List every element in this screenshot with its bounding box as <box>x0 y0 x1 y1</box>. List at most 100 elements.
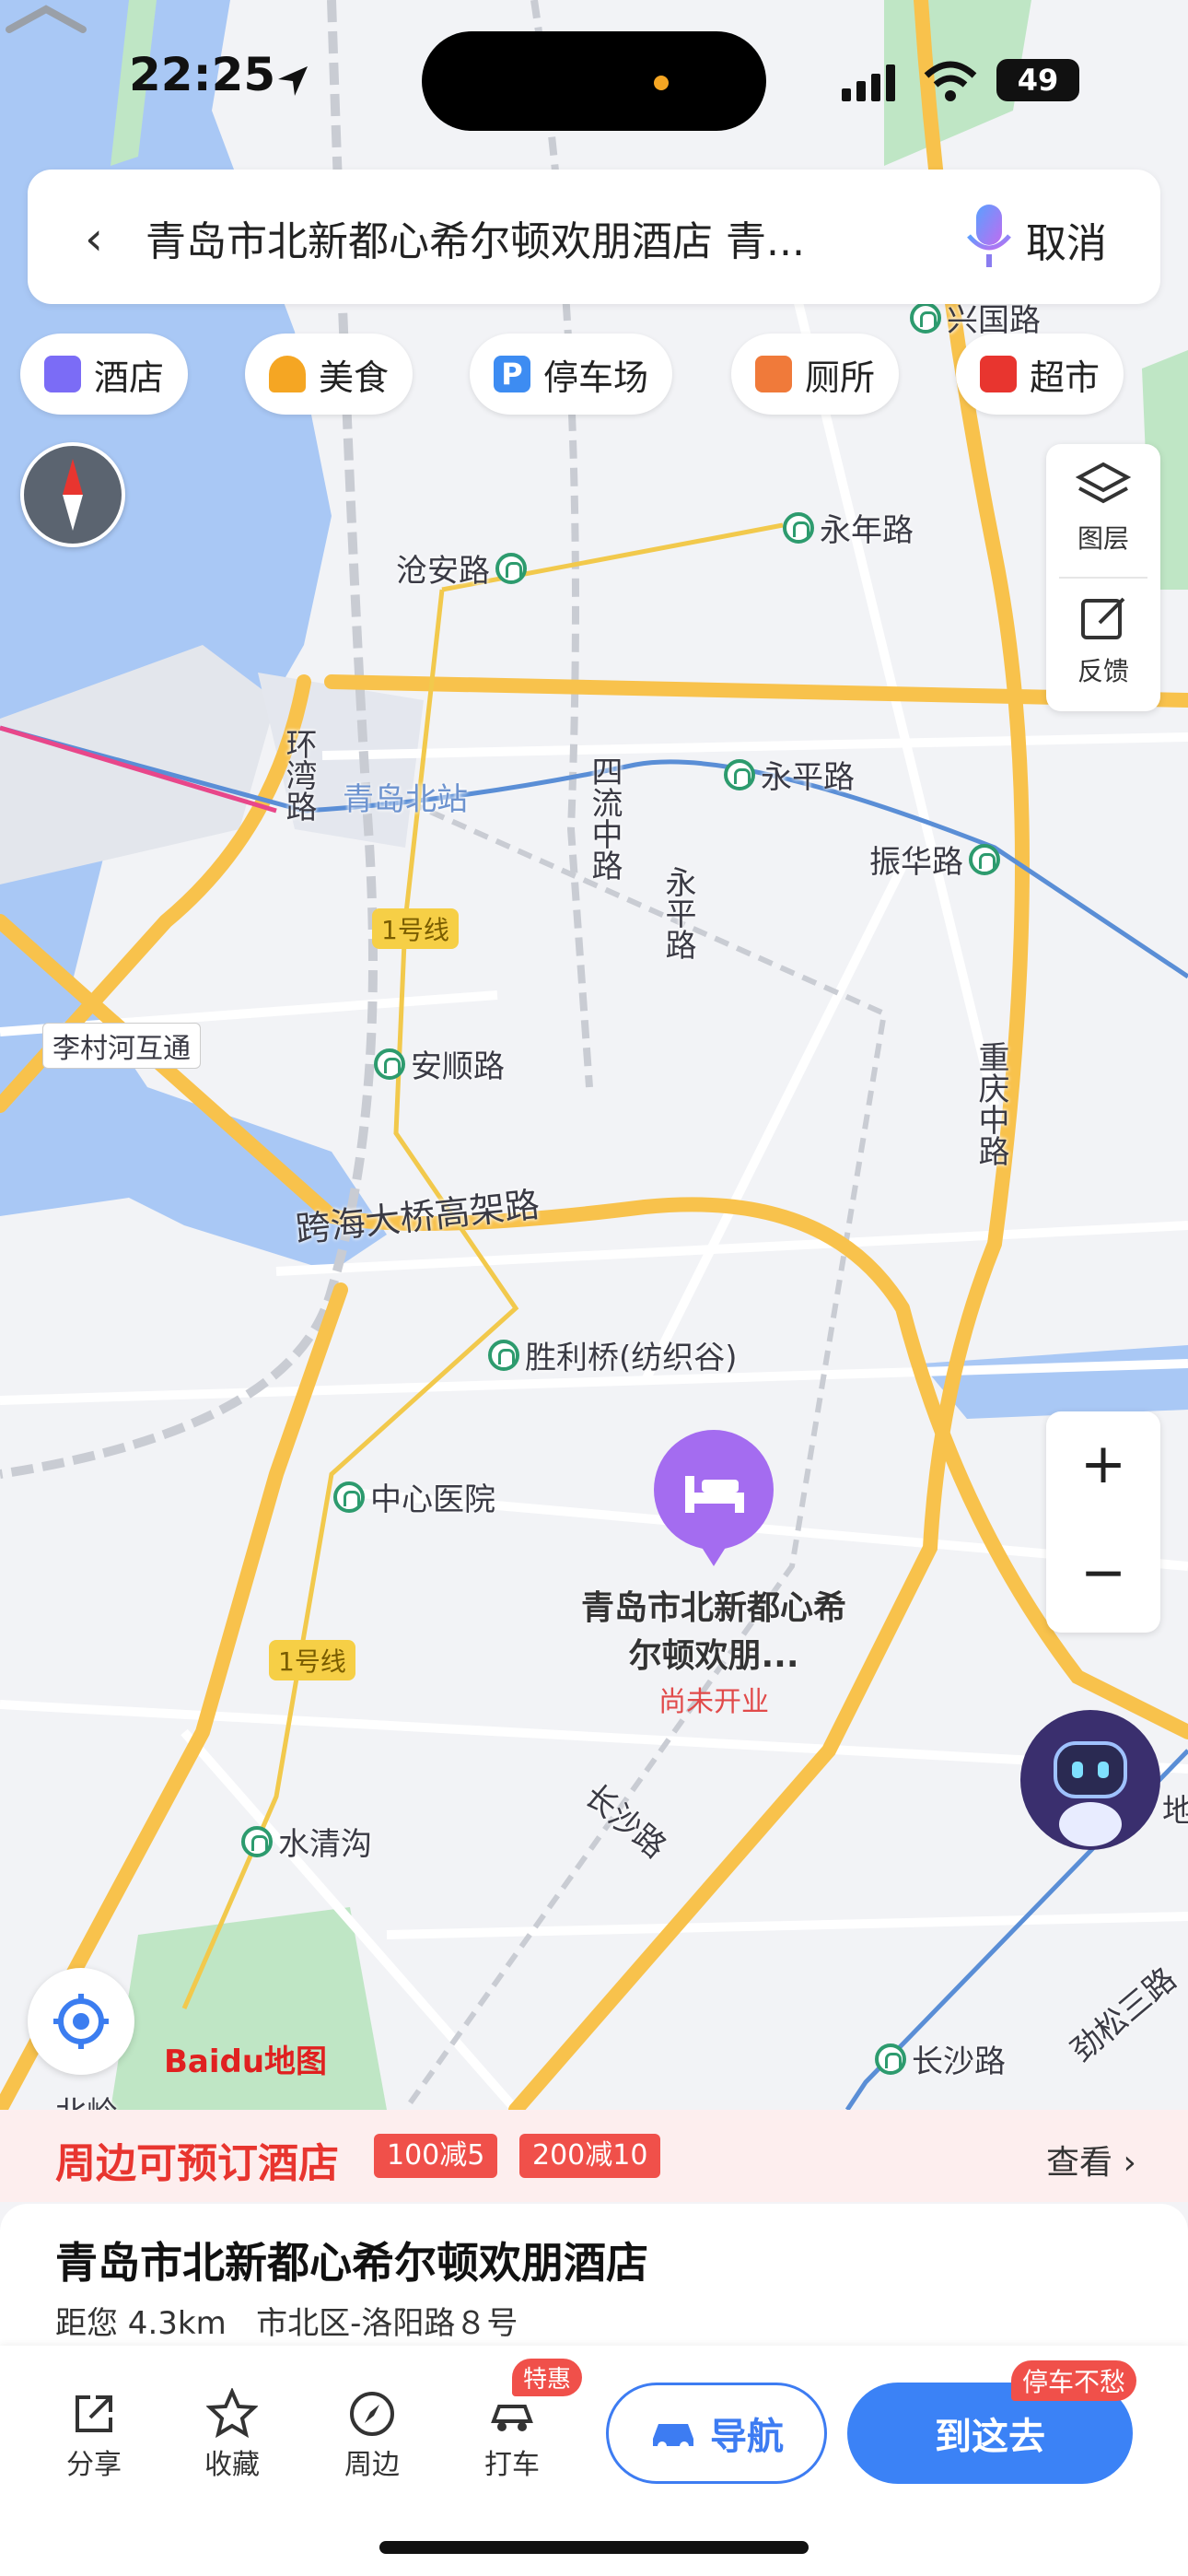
taxi-tag: 特惠 <box>512 2359 583 2396</box>
nearby-label: 周边 <box>344 2449 400 2481</box>
hotel-icon <box>44 356 81 392</box>
navigate-button[interactable]: 导航 <box>606 2383 827 2484</box>
layers-button[interactable]: 图层 <box>1046 461 1160 556</box>
zoom-out-button[interactable]: − <box>1046 1540 1160 1605</box>
zoom-controls: + − <box>1046 1411 1160 1633</box>
interchange-licun: 李村河互通 <box>42 1023 201 1069</box>
feedback-label: 反馈 <box>1077 656 1129 686</box>
hotel-marker[interactable] <box>654 1430 774 1566</box>
metro-icon <box>724 758 755 790</box>
taxi-label: 打车 <box>484 2449 540 2481</box>
station-zhenhua[interactable]: 振华路 <box>869 837 1000 882</box>
poi-status: 尚未开业 <box>658 1686 769 1718</box>
zoom-in-button[interactable]: + <box>1046 1432 1160 1496</box>
dynamic-island <box>422 31 766 131</box>
clock: 22:25 <box>129 48 276 101</box>
favorite-button[interactable]: 收藏 <box>177 2386 287 2482</box>
crosshair-icon <box>53 1994 109 2049</box>
place-address: 市北区-洛阳路８号 <box>256 2305 518 2342</box>
layers-label: 图层 <box>1077 523 1129 554</box>
chip-label: 厕所 <box>805 357 876 398</box>
station-yongping[interactable]: 永平路 <box>724 752 855 797</box>
status-bar: 22:25 49 <box>0 0 1188 157</box>
compass-button[interactable] <box>20 442 125 547</box>
favorite-label: 收藏 <box>204 2449 260 2481</box>
nearby-button[interactable]: 周边 <box>317 2386 427 2482</box>
share-icon <box>76 2395 112 2432</box>
metro-icon <box>783 511 814 544</box>
search-bar[interactable]: ‹ 青岛市北新都心希尔顿欢朋酒店 青... 取消 <box>28 170 1160 304</box>
chip-supermarket[interactable]: 超市 <box>956 334 1124 415</box>
microphone-icon[interactable] <box>961 199 1017 273</box>
chip-label: 酒店 <box>94 357 165 398</box>
road-chongqing: 重庆中路 <box>973 1041 1009 1166</box>
promo-title: 周边可预订酒店 <box>55 2140 339 2187</box>
chip-food[interactable]: 美食 <box>245 334 413 415</box>
home-indicator <box>379 2541 809 2554</box>
feedback-button[interactable]: 反馈 <box>1046 593 1160 688</box>
metro-icon <box>969 843 1000 875</box>
chip-toilet[interactable]: 厕所 <box>731 334 900 415</box>
station-changsha[interactable]: 长沙路 <box>875 2036 1006 2081</box>
station-label: 水清沟 <box>278 1826 372 1863</box>
cart-icon <box>980 356 1017 392</box>
parking-icon: P <box>494 356 530 392</box>
map-label-di: 地 <box>1162 1793 1188 1830</box>
metro-icon <box>495 552 527 584</box>
station-label: 沧安路 <box>396 553 490 590</box>
compass-icon <box>63 459 83 531</box>
compass-outline-icon <box>350 2392 394 2436</box>
station-zhongxin[interactable]: 中心医院 <box>333 1474 495 1519</box>
station-label: 振华路 <box>869 844 963 881</box>
metro-icon <box>374 1048 405 1080</box>
location-arrow-icon <box>278 66 308 96</box>
road-sizhongliu: 四流中路 <box>586 755 623 881</box>
metro-icon <box>875 2043 906 2075</box>
metro-line-tag: 1号线 <box>269 1640 355 1680</box>
wifi-icon <box>924 61 977 101</box>
poi-label[interactable]: 青岛市北新都心希尔顿欢朋... <box>571 1585 856 1680</box>
metro-icon <box>333 1481 365 1513</box>
back-chevron-icon[interactable]: ‹ <box>85 212 103 265</box>
station-shuiqing[interactable]: 水清沟 <box>241 1819 372 1864</box>
metro-icon <box>488 1339 519 1371</box>
baidu-map-logo: Baidu地图 <box>164 2043 328 2080</box>
place-distance: 距您 4.3km <box>55 2305 227 2342</box>
road-huanwan: 环湾路 <box>280 728 317 822</box>
battery-icon: 49 <box>996 59 1079 101</box>
station-qingdaobei[interactable]: 青岛北站 <box>343 774 468 819</box>
view-more-link[interactable]: 查看 › <box>1046 2136 1136 2184</box>
station-cangan[interactable]: 沧安路 <box>396 545 527 591</box>
taxi-button[interactable]: 打车 <box>457 2386 567 2482</box>
map-view[interactable]: 兴国路 永年路 沧安路 环湾路 青岛北站 四流中路 永平路 永平路 振华路 1号… <box>0 0 1188 2110</box>
chip-parking[interactable]: P 停车场 <box>470 334 673 415</box>
station-label: 永年路 <box>820 512 914 549</box>
station-label: 中心医院 <box>370 1481 495 1518</box>
divider <box>1059 577 1147 579</box>
share-label: 分享 <box>66 2449 122 2481</box>
road-beiling: 北岭 <box>55 2088 118 2110</box>
search-query[interactable]: 青岛市北新都心希尔顿欢朋酒店 青... <box>146 208 919 267</box>
locate-me-button[interactable] <box>28 1968 134 2075</box>
layers-icon <box>1075 462 1132 504</box>
map-tools-panel: 图层 反馈 <box>1046 444 1160 711</box>
bed-icon <box>685 1476 744 1513</box>
car-icon <box>653 2424 693 2451</box>
place-name: 青岛市北新都心希尔顿欢朋酒店 <box>55 2238 648 2288</box>
go-tag: 停车不愁 <box>1011 2360 1137 2401</box>
assistant-robot-icon[interactable] <box>1020 1710 1160 1850</box>
station-label: 安顺路 <box>411 1048 505 1085</box>
toilet-icon <box>755 356 792 392</box>
category-chips: 酒店 美食 P 停车场 厕所 超市 <box>20 334 1188 416</box>
cancel-button[interactable]: 取消 <box>1026 210 1107 269</box>
signal-icon <box>842 64 895 101</box>
nearby-hotels-banner[interactable]: 周边可预订酒店 100减5 200减10 查看 › <box>0 2110 1188 2202</box>
share-button[interactable]: 分享 <box>39 2386 149 2482</box>
edit-icon <box>1081 597 1125 639</box>
station-yongnian[interactable]: 永年路 <box>783 505 914 550</box>
chip-label: 停车场 <box>543 357 649 398</box>
chip-hotel[interactable]: 酒店 <box>20 334 189 415</box>
station-shengli[interactable]: 胜利桥(纺织谷) <box>488 1332 738 1377</box>
station-anshun[interactable]: 安顺路 <box>374 1041 505 1086</box>
station-label: 长沙路 <box>912 2043 1006 2080</box>
